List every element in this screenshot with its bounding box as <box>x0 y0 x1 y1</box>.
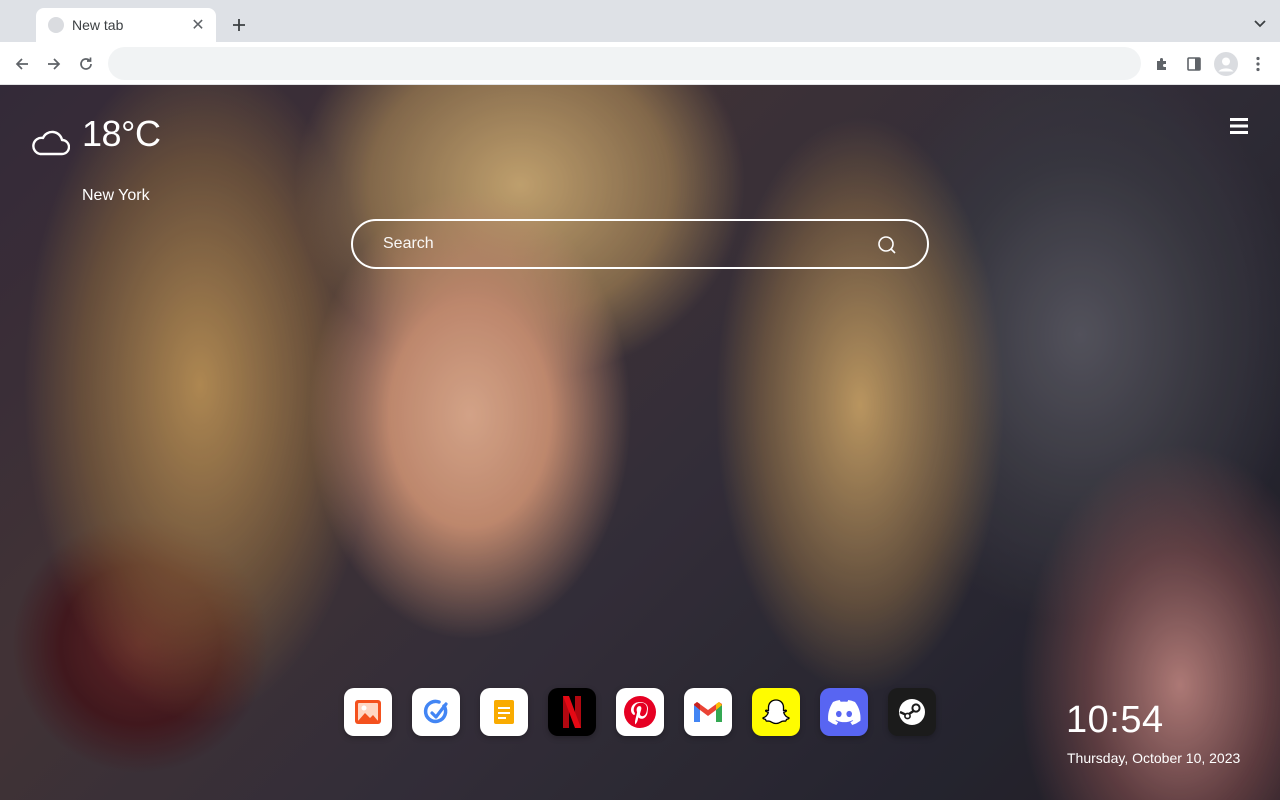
app-pinterest[interactable] <box>616 688 664 736</box>
clock-time: 10:54 <box>1066 699 1164 741</box>
gmail-icon <box>694 702 722 722</box>
app-steam[interactable] <box>888 688 936 736</box>
tab-title: New tab <box>72 17 124 33</box>
cloud-icon <box>32 130 70 156</box>
app-gmail[interactable] <box>684 688 732 736</box>
back-button[interactable] <box>8 50 36 78</box>
app-snapchat[interactable] <box>752 688 800 736</box>
side-panel-icon <box>1187 57 1201 71</box>
browser-toolbar <box>0 42 1280 85</box>
search-input[interactable] <box>353 221 927 267</box>
forward-icon <box>48 58 61 70</box>
tab-new-tab[interactable]: New tab ✕ <box>36 8 216 42</box>
tab-close-button[interactable]: ✕ <box>188 15 208 35</box>
reload-icon <box>80 57 92 70</box>
netflix-icon <box>563 696 581 728</box>
extensions-icon <box>1157 58 1166 70</box>
tab-favicon-icon <box>48 17 64 33</box>
new-tab-page: 18°C New York Search 10:54 Thursday, Oct… <box>0 85 1280 800</box>
tab-search-button[interactable] <box>1250 14 1270 34</box>
tab-strip: New tab ✕ <box>0 0 1280 42</box>
app-netflix[interactable] <box>548 688 596 736</box>
reload-button[interactable] <box>72 50 100 78</box>
discord-icon <box>828 700 861 725</box>
notes-icon <box>494 700 514 724</box>
steam-icon <box>899 699 925 725</box>
weather-city: New York <box>82 187 150 204</box>
new-tab-button[interactable] <box>226 12 252 38</box>
search-icon[interactable] <box>877 235 897 255</box>
app-discord[interactable] <box>820 688 868 736</box>
plus-icon <box>233 19 245 31</box>
more-vertical-icon <box>1256 56 1260 72</box>
address-bar[interactable] <box>108 47 1141 80</box>
profile-button[interactable] <box>1212 50 1240 78</box>
back-icon <box>15 58 28 70</box>
tasks-icon <box>423 699 448 724</box>
weather-temperature: 18°C <box>82 113 161 154</box>
search-bar <box>351 219 929 269</box>
app-tasks[interactable] <box>412 688 460 736</box>
photos-icon <box>355 700 381 724</box>
hamburger-menu-icon[interactable] <box>1228 115 1250 137</box>
chevron-down-icon <box>1254 20 1266 28</box>
app-shortcuts <box>344 688 936 736</box>
clock-date: Thursday, October 10, 2023 <box>1067 750 1241 766</box>
forward-button[interactable] <box>40 50 68 78</box>
snapchat-ghost-icon <box>762 699 790 725</box>
profile-icon <box>1214 52 1238 76</box>
pinterest-icon <box>624 696 656 728</box>
side-panel-button[interactable] <box>1180 50 1208 78</box>
app-photos[interactable] <box>344 688 392 736</box>
extensions-button[interactable] <box>1148 50 1176 78</box>
more-menu-button[interactable] <box>1244 50 1272 78</box>
app-notes[interactable] <box>480 688 528 736</box>
